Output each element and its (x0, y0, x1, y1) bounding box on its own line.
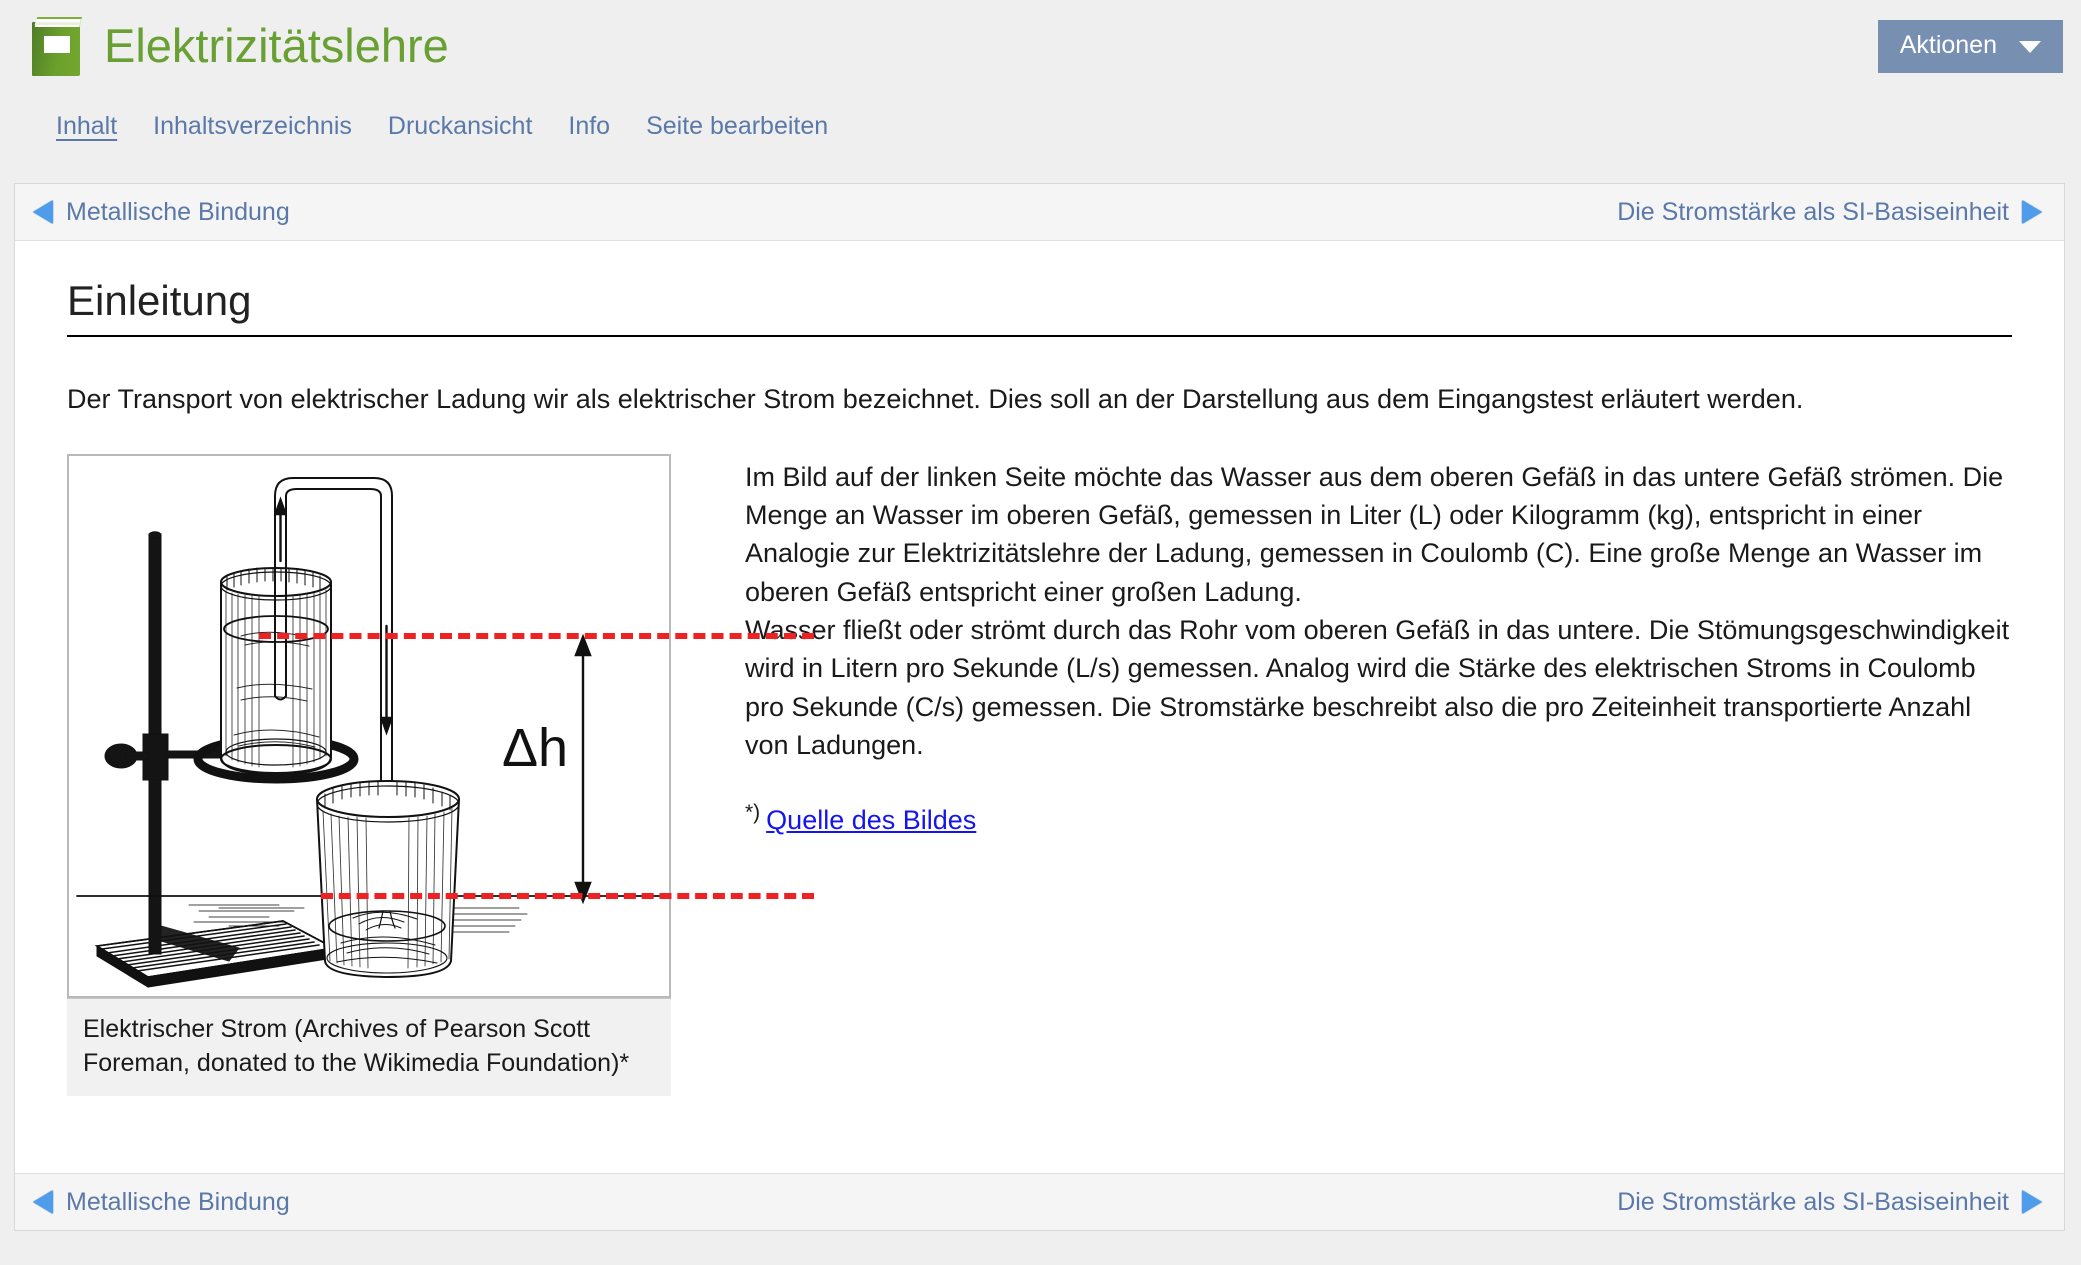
pager-prev-label: Metallische Bindung (66, 1187, 290, 1216)
pager-next-label: Die Stromstärke als SI-Basiseinheit (1617, 1187, 2009, 1216)
figure-frame: Δh (67, 453, 814, 998)
tab-druckansicht[interactable]: Druckansicht (388, 112, 533, 141)
content-card: Metallische Bindung Die Stromstärke als … (14, 183, 2065, 1231)
image-source-link[interactable]: Quelle des Bildes (766, 805, 976, 835)
body-paragraph-1: Im Bild auf der linken Seite möchte das … (745, 461, 2004, 607)
tab-seite-bearbeiten[interactable]: Seite bearbeiten (646, 112, 828, 141)
tab-inhalt[interactable]: Inhalt (56, 112, 117, 141)
figure-caption: Elektrischer Strom (Archives of Pearson … (67, 997, 671, 1097)
footnote-marker: *) (745, 801, 761, 825)
actions-button-label: Aktionen (1899, 31, 1997, 59)
tab-inhaltsverzeichnis[interactable]: Inhaltsverzeichnis (153, 112, 352, 141)
actions-button[interactable]: Aktionen (1877, 20, 2063, 73)
chevron-down-icon (2019, 41, 2041, 53)
text-column: Im Bild auf der linken Seite möchte das … (671, 454, 2012, 840)
figure-column: Δh Elektrischer Strom (Archives of Pears… (67, 453, 814, 1097)
siphon-experiment-illustration: Δh (69, 455, 814, 996)
triangle-right-icon (2022, 200, 2042, 224)
body-paragraph-2: Wasser fließt oder strömt durch das Rohr… (745, 615, 2010, 761)
intro-paragraph: Der Transport von elektrischer Ladung wi… (67, 384, 1804, 415)
delta-h-label: Δh (502, 718, 568, 778)
nav-tabs: Inhalt Inhaltsverzeichnis Druckansicht I… (56, 112, 864, 141)
brand: Elektrizitätslehre (28, 14, 449, 76)
triangle-left-icon (33, 200, 53, 224)
pager-top: Metallische Bindung Die Stromstärke als … (15, 184, 2064, 241)
pager-next-label: Die Stromstärke als SI-Basiseinheit (1617, 197, 2009, 226)
content-columns: Δh Elektrischer Strom (Archives of Pears… (67, 453, 2012, 1097)
pager-next-bottom[interactable]: Die Stromstärke als SI-Basiseinheit (1617, 1188, 2042, 1217)
pager-prev-top[interactable]: Metallische Bindung (33, 198, 290, 227)
page-header: Elektrizitätslehre Aktionen Inhalt Inhal… (0, 0, 2081, 140)
pager-next-top[interactable]: Die Stromstärke als SI-Basiseinheit (1617, 198, 2042, 227)
lower-level-dashed-line (321, 892, 814, 899)
image-source-line: *) Quelle des Bildes (745, 798, 2012, 839)
pager-prev-bottom[interactable]: Metallische Bindung (33, 1188, 290, 1217)
page-title: Elektrizitätslehre (104, 18, 449, 72)
pager-prev-label: Metallische Bindung (66, 197, 290, 226)
article-body: Einleitung Der Transport von elektrische… (15, 241, 2064, 1097)
pager-bottom: Metallische Bindung Die Stromstärke als … (15, 1173, 2064, 1230)
section-heading: Einleitung (67, 277, 2012, 338)
upper-level-dashed-line (259, 632, 814, 639)
triangle-left-icon (33, 1190, 53, 1214)
book-icon (28, 14, 83, 76)
triangle-right-icon (2022, 1190, 2042, 1214)
tab-info[interactable]: Info (568, 112, 610, 141)
